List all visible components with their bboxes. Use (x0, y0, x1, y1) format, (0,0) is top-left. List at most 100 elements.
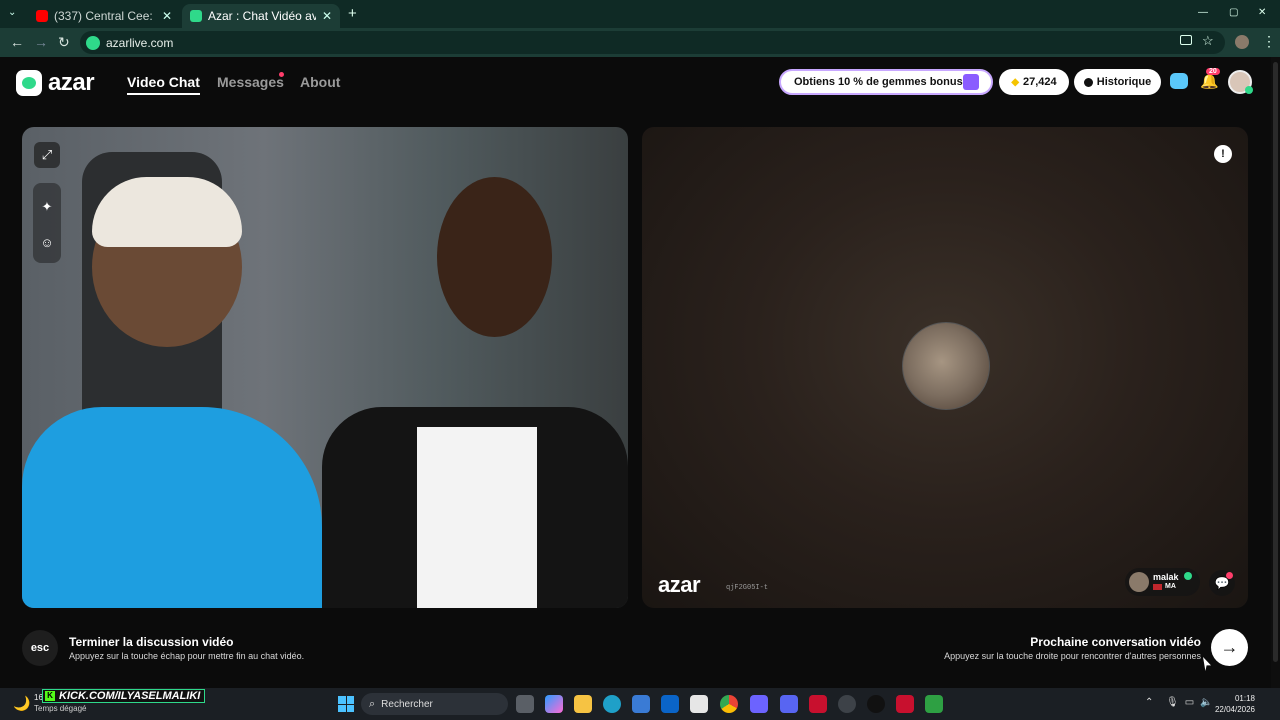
url-field[interactable]: azarlive.com (80, 31, 1225, 54)
person-right-shirt (417, 427, 537, 608)
online-status-dot (1245, 86, 1253, 94)
chrome-icon[interactable] (720, 695, 738, 713)
promo-label: Obtiens 10 % de gemmes bonus ! (794, 76, 970, 88)
discord-icon[interactable] (780, 695, 798, 713)
browser-menu-button[interactable]: ⋮ (1262, 33, 1276, 50)
chevron-up-icon[interactable]: ⌃ (1145, 697, 1153, 708)
chat-icon[interactable] (1170, 73, 1188, 89)
next-chat-title: Prochaine conversation vidéo (1030, 635, 1201, 649)
search-icon: ⌕ (369, 697, 376, 710)
profile-icon[interactable] (1235, 35, 1249, 49)
next-chat-button[interactable]: → (1211, 629, 1248, 666)
session-id: qjF2G05I-t (726, 584, 769, 592)
azar-logo[interactable]: azar (16, 69, 95, 97)
overlay-text: KICK.COM/ILYASELMALIKI (59, 690, 201, 702)
url-text: azarlive.com (106, 35, 174, 50)
youtube-icon (36, 10, 48, 22)
self-video-feed (22, 127, 628, 608)
obs-icon[interactable] (867, 695, 885, 713)
maximize-button[interactable]: ▢ (1229, 7, 1238, 18)
azar-header: azar Video Chat Messages About Obtiens 1… (0, 57, 1280, 107)
tab-list-chevron-icon[interactable]: ⌄ (8, 7, 16, 18)
mouse-cursor-icon (1203, 657, 1211, 671)
system-tray-icons[interactable]: 🎙▭🔈 (1166, 697, 1219, 708)
magic-wand-icon[interactable]: ✦ (34, 194, 60, 220)
gems-balance-button[interactable]: ◆ 27,424 (999, 69, 1069, 95)
gift-icon (963, 74, 979, 90)
nav-about[interactable]: About (300, 74, 340, 90)
close-tab-icon[interactable]: ✕ (162, 9, 172, 23)
clock-time[interactable]: 01:18 (1235, 694, 1255, 703)
end-chat-title: Terminer la discussion vidéo (69, 635, 234, 649)
outlook-icon[interactable] (661, 695, 679, 713)
azar-watermark: azar (658, 572, 701, 597)
tab-youtube[interactable]: (337) Central Cee: "Band4Band" ✕ (28, 4, 180, 28)
file-explorer-icon[interactable] (574, 695, 592, 713)
moon-icon[interactable]: 🌙 (13, 695, 30, 712)
minimize-button[interactable]: — (1198, 7, 1208, 18)
taskbar-search[interactable]: ⌕ Rechercher (361, 693, 508, 715)
logo-text: azar (48, 69, 95, 96)
search-label: Rechercher (381, 698, 433, 710)
copilot-icon[interactable] (545, 695, 563, 713)
task-view-icon[interactable] (516, 695, 534, 713)
peer-thumbnail (902, 322, 990, 410)
end-chat-hint: Appuyez sur la touche échap pour mettre … (69, 651, 305, 661)
adobe-icon[interactable] (809, 695, 827, 713)
azar-logo-icon (16, 70, 42, 96)
voice-app-icon[interactable] (896, 695, 914, 713)
person-right-head (437, 177, 552, 337)
nav-video-chat[interactable]: Video Chat (127, 74, 200, 95)
peer-name: malak (1153, 572, 1179, 582)
nav-messages[interactable]: Messages (217, 74, 284, 90)
esc-button[interactable]: esc (22, 630, 58, 666)
scrollbar-thumb[interactable] (1273, 62, 1278, 662)
gem-icon: ◆ (1011, 76, 1020, 88)
forward-button[interactable]: → (34, 34, 48, 50)
clock-icon (1083, 77, 1093, 87)
history-button[interactable]: Historique (1074, 69, 1161, 95)
settings-gear-icon[interactable] (838, 695, 856, 713)
peer-profile-chip[interactable]: malak MA (1125, 568, 1200, 596)
peer-chat-badge (1226, 572, 1233, 579)
tab-azar[interactable]: Azar : Chat Vidéo avec de n ✕ (182, 4, 340, 28)
peer-country: MA (1165, 583, 1176, 590)
store-icon[interactable] (632, 695, 650, 713)
expand-icon[interactable]: ⤢ (34, 142, 60, 168)
peer-avatar (1129, 572, 1149, 592)
stream-overlay-banner: K KICK.COM/ILYASELMALIKI (42, 689, 206, 703)
report-shield-icon[interactable]: ! (1214, 145, 1232, 163)
close-tab-icon[interactable]: ✕ (322, 9, 332, 23)
new-tab-button[interactable]: + (348, 5, 357, 22)
gems-count: 27,424 (1023, 76, 1057, 88)
tab-title: (337) Central Cee: "Band4Band" (54, 9, 156, 23)
history-label: Historique (1096, 76, 1152, 88)
flag-icon (1153, 584, 1162, 590)
site-info-icon[interactable] (86, 35, 100, 50)
clock-date[interactable]: 22/04/2026 (1215, 705, 1255, 714)
gem-bonus-promo-button[interactable]: Obtiens 10 % de gemmes bonus ! (779, 69, 993, 95)
person-left-sweater (22, 407, 322, 608)
azar-favicon-icon (190, 10, 202, 22)
edge-icon[interactable] (603, 695, 621, 713)
gamepad-icon[interactable] (750, 695, 768, 713)
tab-title: Azar : Chat Vidéo avec de n (208, 9, 316, 23)
address-bar-row: ← → ↻ azarlive.com ☆ ⋮ (0, 28, 1280, 57)
messages-unread-dot (279, 72, 284, 77)
notification-badge: 20 (1206, 68, 1220, 75)
close-window-button[interactable]: ✕ (1258, 7, 1266, 18)
cast-icon[interactable] (1180, 35, 1192, 45)
weather-text: Temps dégagé (34, 704, 87, 713)
person-left-cap (92, 177, 242, 247)
windows-start-icon[interactable] (338, 696, 354, 712)
play-app-icon[interactable] (925, 695, 943, 713)
kick-logo: K (45, 691, 55, 701)
browser-tab-bar: ⌄ (337) Central Cee: "Band4Band" ✕ Azar … (0, 0, 1280, 28)
face-filter-icon[interactable]: ☺ (34, 229, 60, 255)
bookmark-star-icon[interactable]: ☆ (1202, 33, 1214, 49)
next-chat-hint: Appuyez sur la touche droite pour rencon… (944, 651, 1201, 661)
reload-button[interactable]: ↻ (58, 34, 70, 51)
app-icon[interactable] (690, 695, 708, 713)
verified-icon (1184, 572, 1192, 580)
back-button[interactable]: ← (10, 34, 24, 50)
